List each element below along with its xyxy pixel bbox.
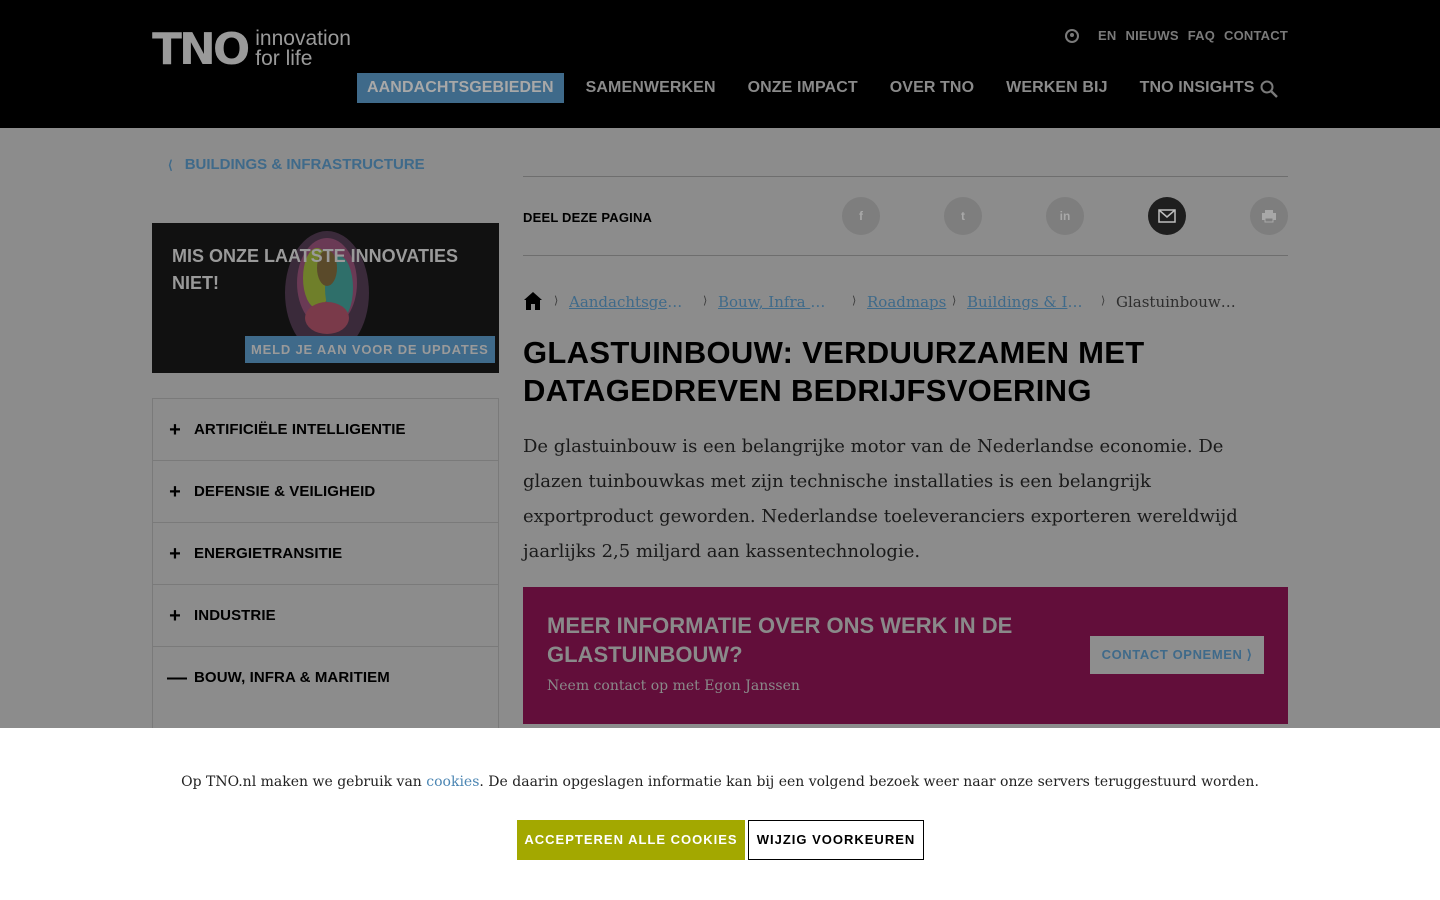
plus-icon: + [169, 480, 181, 503]
cookie-text-before: Op TNO.nl maken we gebruik van [181, 774, 427, 790]
accordion-label: ENERGIETRANSITIE [194, 545, 343, 562]
logo-tagline: innovation for life [255, 27, 351, 70]
intro-paragraph: De glastuinbouw is een belangrijke motor… [523, 436, 1238, 562]
contact-opnemen-button[interactable]: CONTACT OPNEMEN ⟩ [1090, 636, 1264, 674]
logo-tagline-line2: for life [255, 47, 313, 70]
accordion-item-ai[interactable]: + ARTIFICIËLE INTELLIGENTIE [153, 399, 498, 461]
breadcrumb-current: Glastuinbouw: verduurzamen met datagedre… [1116, 293, 1238, 311]
nav-tno-insights[interactable]: TNO INSIGHTS [1130, 73, 1265, 103]
nav-onze-impact[interactable]: ONZE IMPACT [738, 73, 868, 103]
chevron-right-icon: ⟩ [703, 295, 708, 307]
cta-title: MEER INFORMATIE OVER ONS WERK IN DE GLAS… [547, 613, 1013, 667]
cookie-banner: Op TNO.nl maken we gebruik van cookies. … [0, 728, 1440, 900]
linkedin-icon[interactable]: in [1046, 197, 1084, 235]
site-header: TNO innovation for life EN NIEUWS FAQ CO… [0, 0, 1440, 128]
cookie-message: Op TNO.nl maken we gebruik van cookies. … [0, 774, 1440, 790]
mail-icon[interactable] [1148, 197, 1186, 235]
chevron-right-icon: ⟩ [1101, 295, 1106, 307]
nav-samenwerken[interactable]: SAMENWERKEN [576, 73, 726, 103]
accordion-label: BOUW, INFRA & MARITIEM [194, 669, 390, 686]
accordion-label: INDUSTRIE [194, 607, 276, 624]
breadcrumb-bouw-infra[interactable]: Bouw, Infra & Maritiem [718, 293, 833, 311]
share-bar: DEEL DEZE PAGINA f t in [523, 176, 1288, 256]
chevron-right-icon: ⟩ [554, 295, 559, 307]
back-link[interactable]: ⟨ BUILDINGS & INFRASTRUCTURE [168, 156, 425, 173]
accept-all-cookies-button[interactable]: ACCEPTEREN ALLE COOKIES [517, 820, 745, 860]
contact-link[interactable]: CONTACT [1224, 28, 1288, 43]
logo-mark: TNO [152, 24, 250, 75]
breadcrumb-aandachtsgebieden[interactable]: Aandachtsgebieden [569, 293, 689, 311]
topic-accordion: + ARTIFICIËLE INTELLIGENTIE + DEFENSIE &… [152, 398, 499, 748]
chevron-left-icon: ⟨ [168, 157, 173, 172]
accordion-item-defensie[interactable]: + DEFENSIE & VEILIGHEID [153, 461, 498, 523]
change-preferences-button[interactable]: WIJZIG VOORKEUREN [748, 820, 924, 860]
facebook-icon[interactable]: f [842, 197, 880, 235]
plus-icon: + [169, 604, 181, 627]
cookies-link[interactable]: cookies [426, 774, 479, 790]
globe-icon[interactable] [1065, 28, 1080, 43]
language-link[interactable]: EN [1098, 28, 1116, 43]
promo-title: MIS ONZE LAATSTE INNOVATIES NIET! [172, 246, 459, 293]
cookie-text-after: . De daarin opgeslagen informatie kan bi… [479, 774, 1259, 790]
breadcrumb-roadmaps[interactable]: Roadmaps [867, 293, 947, 311]
main-nav: AANDACHTSGEBIEDEN SAMENWERKEN ONZE IMPAC… [357, 73, 1277, 103]
accordion-label: DEFENSIE & VEILIGHEID [194, 483, 376, 500]
chevron-right-icon: ⟩ [852, 295, 857, 307]
accordion-item-industrie[interactable]: + INDUSTRIE [153, 585, 498, 647]
breadcrumb-buildings[interactable]: Buildings & Infrastructure [967, 293, 1087, 311]
page-title: GLASTUINBOUW: VERDUURZAMEN MET DATAGEDRE… [523, 335, 1145, 408]
contact-cta: MEER INFORMATIE OVER ONS WERK IN DE GLAS… [523, 587, 1288, 724]
faq-link[interactable]: FAQ [1188, 28, 1215, 43]
cta-subtitle: Neem contact op met Egon Janssen [547, 678, 800, 694]
accordion-item-energie[interactable]: + ENERGIETRANSITIE [153, 523, 498, 585]
tno-logo[interactable]: TNO innovation for life [152, 28, 351, 72]
chevron-right-icon: ⟩ [952, 295, 957, 307]
newsletter-promo: MIS ONZE LAATSTE INNOVATIES NIET! MELD J… [152, 223, 499, 373]
nav-werken-bij[interactable]: WERKEN BIJ [996, 73, 1117, 103]
home-icon[interactable] [523, 291, 543, 311]
nieuws-link[interactable]: NIEUWS [1125, 28, 1178, 43]
print-icon[interactable] [1250, 197, 1288, 235]
breadcrumb: ⟩ Aandachtsgebieden ⟩ Bouw, Infra & Mari… [523, 291, 1288, 313]
utility-nav: EN NIEUWS FAQ CONTACT [1065, 28, 1288, 43]
subscribe-updates-button[interactable]: MELD JE AAN VOOR DE UPDATES [245, 336, 495, 363]
logo-tagline-line1: innovation [255, 27, 351, 50]
share-label: DEEL DEZE PAGINA [523, 210, 653, 225]
plus-icon: + [169, 542, 181, 565]
plus-icon: + [169, 418, 181, 441]
nav-over-tno[interactable]: OVER TNO [880, 73, 984, 103]
accordion-label: ARTIFICIËLE INTELLIGENTIE [194, 421, 406, 438]
back-link-label: BUILDINGS & INFRASTRUCTURE [184, 156, 425, 173]
minus-icon: — [167, 667, 187, 689]
nav-aandachtsgebieden[interactable]: AANDACHTSGEBIEDEN [357, 73, 564, 103]
twitter-icon[interactable]: t [944, 197, 982, 235]
search-icon[interactable] [1260, 80, 1278, 98]
